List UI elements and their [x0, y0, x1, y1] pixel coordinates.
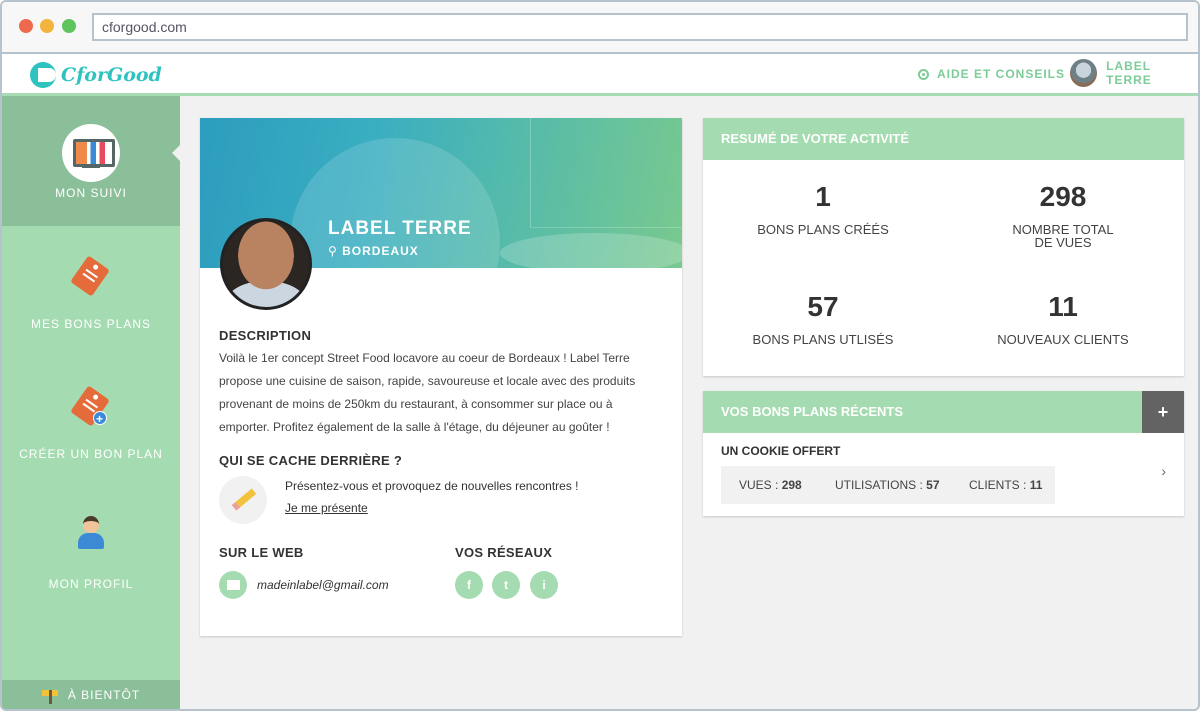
email-address[interactable]: madeinlabel@gmail.com — [257, 578, 389, 592]
pencil-icon[interactable] — [219, 476, 267, 524]
deal-uses: UTILISATIONS : 57 — [835, 478, 940, 492]
help-circle-icon — [918, 68, 929, 80]
deal-views: VUES : 298 — [739, 478, 802, 492]
brand-logo[interactable]: CforGood — [30, 60, 162, 90]
facebook-icon[interactable]: f — [455, 571, 483, 599]
logout-button[interactable]: À BIENTÔT — [2, 680, 180, 709]
sidebar-item-label: CRÉER UN BON PLAN — [19, 447, 163, 461]
stat-bons-plans-crees: 1 BONS PLANS CRÉÉS — [703, 181, 943, 236]
stat-value: 298 — [1039, 181, 1087, 212]
instagram-icon[interactable]: i — [530, 571, 558, 599]
twitter-icon[interactable]: t — [492, 571, 520, 599]
intro-text: Présentez-vous et provoquez de nouvelles… — [285, 479, 579, 493]
sidebar: MON SUIVI MES BONS PLANS + CRÉER UN BON … — [2, 96, 181, 709]
activity-summary-title: RESUMÉ DE VOTRE ACTIVITÉ — [703, 118, 1184, 160]
user-menu[interactable]: LABEL TERRE — [1070, 59, 1198, 87]
tag-icon — [70, 255, 110, 297]
networks-title: VOS RÉSEAUX — [455, 545, 553, 560]
add-deal-button[interactable]: + — [1142, 391, 1184, 433]
minimize-window-button[interactable] — [40, 19, 54, 33]
stat-value: 1 — [815, 181, 831, 212]
maximize-window-button[interactable] — [62, 19, 76, 33]
activity-summary-card: RESUMÉ DE VOTRE ACTIVITÉ 1 BONS PLANS CR… — [703, 118, 1184, 376]
sidebar-item-label: MON PROFIL — [48, 577, 134, 591]
who-title: QUI SE CACHE DERRIÈRE ? — [219, 453, 403, 468]
signpost-icon — [41, 689, 58, 704]
help-link[interactable]: AIDE ET CONSEILS — [918, 67, 1065, 81]
profile-photo[interactable] — [220, 218, 312, 310]
plus-badge-icon: + — [93, 411, 107, 426]
stat-label: BONS PLANS CRÉÉS — [757, 222, 889, 237]
chevron-right-icon[interactable]: › — [1161, 463, 1166, 479]
deal-stats: VUES : 298 UTILISATIONS : 57 CLIENTS : 1… — [721, 466, 1055, 504]
brand-logo-icon — [30, 62, 56, 88]
deal-clients: CLIENTS : 11 — [969, 478, 1043, 492]
description-title: DESCRIPTION — [219, 328, 312, 343]
intro-link[interactable]: Je me présente — [285, 501, 368, 515]
close-window-button[interactable] — [19, 19, 33, 33]
monitor-chart-icon — [62, 124, 120, 182]
sidebar-item-label: MES BONS PLANS — [30, 317, 152, 331]
stat-value: 11 — [1048, 291, 1078, 322]
deal-title[interactable]: UN COOKIE OFFERT — [721, 444, 840, 458]
user-name: LABEL TERRE — [1106, 59, 1152, 87]
profile-card: LABEL TERRE ⚲ BORDEAUX DESCRIPTION Voilà… — [200, 118, 682, 636]
avatar — [1070, 59, 1098, 87]
sidebar-item-mon-profil[interactable]: MON PROFIL — [2, 486, 180, 616]
stat-label: NOUVEAUX CLIENTS — [997, 332, 1129, 347]
profile-location: ⚲ BORDEAUX — [328, 244, 419, 258]
sidebar-item-label: MON SUIVI — [55, 186, 127, 200]
browser-window: cforgood.com CforGood AIDE ET CONSEILS L… — [0, 0, 1200, 711]
web-title: SUR LE WEB — [219, 545, 304, 560]
brand-logo-text: CforGood — [61, 64, 162, 86]
stat-bons-plans-utilises: 57 BONS PLANS UTLISÉS — [703, 291, 943, 346]
address-bar[interactable]: cforgood.com — [92, 13, 1188, 41]
recent-deals-card: VOS BONS PLANS RÉCENTS + UN COOKIE OFFER… — [703, 391, 1184, 516]
help-label: AIDE ET CONSEILS — [937, 67, 1066, 81]
stat-total-vues: 298 NOMBRE TOTAL DE VUES — [943, 181, 1183, 249]
sidebar-item-mon-suivi[interactable]: MON SUIVI — [2, 96, 181, 226]
profile-name: LABEL TERRE — [328, 218, 472, 239]
location-pin-icon: ⚲ — [328, 244, 343, 258]
email-icon — [219, 571, 247, 599]
recent-deals-title: VOS BONS PLANS RÉCENTS — [703, 391, 1184, 433]
stat-label: BONS PLANS UTLISÉS — [752, 332, 894, 347]
profile-city: BORDEAUX — [342, 244, 419, 258]
stat-nouveaux-clients: 11 NOUVEAUX CLIENTS — [943, 291, 1183, 346]
stat-value: 57 — [807, 291, 839, 322]
description-text: Voilà le 1er concept Street Food locavor… — [219, 351, 636, 434]
logout-label: À BIENTÔT — [67, 688, 141, 702]
top-navigation: CforGood AIDE ET CONSEILS LABEL TERRE — [2, 54, 1198, 96]
browser-chrome: cforgood.com — [2, 2, 1198, 54]
sidebar-item-creer-bon-plan[interactable]: + CRÉER UN BON PLAN — [2, 356, 180, 486]
sidebar-item-mes-bons-plans[interactable]: MES BONS PLANS — [2, 226, 180, 356]
stat-label-line2: DE VUES — [1034, 235, 1092, 250]
